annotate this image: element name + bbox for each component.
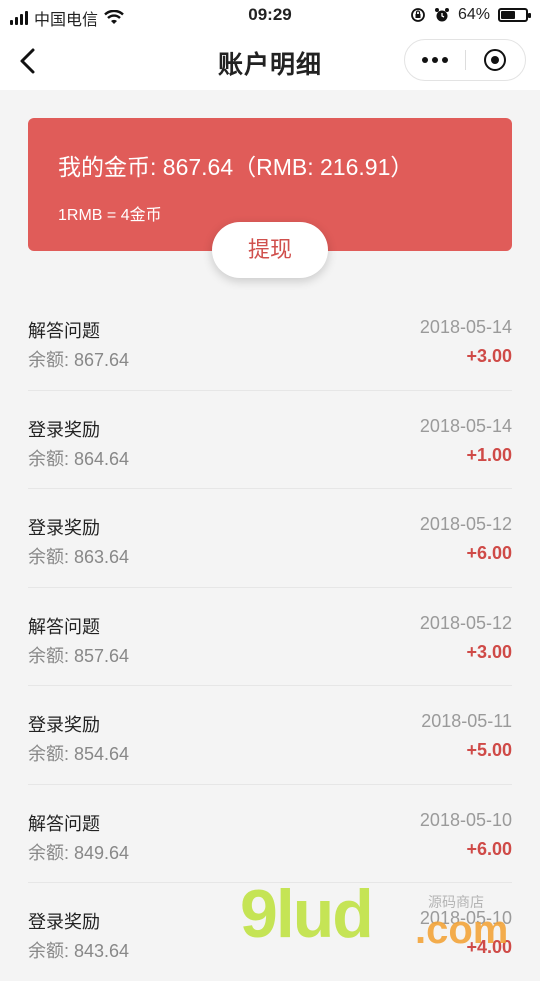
item-balance: 余额: 864.64 (28, 448, 130, 469)
item-amount: +5.00 (466, 740, 512, 760)
mini-program-capsule (404, 39, 526, 81)
exchange-rate: 1RMB = 4金币 (58, 207, 162, 224)
item-date: 2018-05-12 (419, 514, 512, 534)
list-item: 登录奖励 余额: 854.64 2018-05-11 +5.00 (28, 686, 512, 785)
item-balance: 余额: 854.64 (28, 744, 130, 764)
item-amount: +6.00 (466, 543, 512, 563)
more-dots-icon (422, 57, 428, 63)
item-balance: 余额: 843.64 (28, 941, 130, 961)
status-bar: 中国电信 09:29 64% (0, 0, 540, 32)
target-icon (484, 49, 506, 71)
battery-percent: 64% (457, 6, 490, 23)
item-name: 登录奖励 (28, 912, 100, 932)
rotation-lock-icon (411, 8, 425, 22)
item-balance: 余额: 849.64 (28, 842, 130, 863)
item-name: 登录奖励 (28, 419, 100, 440)
item-date: 2018-05-11 (421, 711, 512, 731)
battery-icon (498, 8, 531, 22)
item-name: 解答问题 (28, 813, 100, 834)
alarm-icon (434, 8, 449, 22)
battery-fill (501, 11, 516, 19)
list-item: 解答问题 余额: 849.64 2018-05-10 +6.00 (28, 785, 512, 883)
item-date: 2018-05-10 (419, 908, 512, 928)
item-balance: 余额: 867.64 (28, 350, 130, 370)
list-item: 登录奖励 余额: 864.64 2018-05-14 +1.00 (28, 391, 512, 489)
item-balance: 余额: 863.64 (28, 547, 130, 567)
more-button[interactable] (405, 40, 465, 80)
item-date: 2018-05-12 (419, 612, 512, 633)
item-name: 登录奖励 (28, 715, 100, 735)
list-item: 登录奖励 余额: 843.64 2018-05-10 +4.00 (28, 883, 512, 981)
status-right: 64% (410, 6, 531, 24)
list-item: 解答问题 余额: 857.64 2018-05-12 +3.00 (28, 588, 512, 686)
item-name: 解答问题 (28, 616, 100, 637)
item-name: 解答问题 (28, 321, 100, 341)
coin-balance: 我的金币: 867.64（RMB: 216.91） (58, 154, 414, 180)
nav-bar: 账户明细 (0, 32, 540, 90)
item-date: 2018-05-10 (419, 809, 512, 830)
item-date: 2018-05-14 (419, 415, 512, 436)
transaction-list: 解答问题 余额: 867.64 2018-05-14 +3.00 登录奖励 余额… (0, 292, 540, 981)
close-mini-program-button[interactable] (465, 40, 525, 80)
item-name: 登录奖励 (28, 518, 100, 538)
item-amount: +3.00 (466, 346, 512, 366)
item-amount: +1.00 (466, 444, 512, 465)
withdraw-button[interactable]: 提现 (212, 222, 328, 278)
item-amount: +3.00 (466, 641, 512, 662)
list-item: 登录奖励 余额: 863.64 2018-05-12 +6.00 (28, 489, 512, 588)
item-amount: +6.00 (466, 838, 512, 859)
item-date: 2018-05-14 (419, 317, 512, 337)
item-balance: 余额: 857.64 (28, 645, 130, 666)
item-amount: +4.00 (466, 937, 512, 957)
list-item: 解答问题 余额: 867.64 2018-05-14 +3.00 (28, 292, 512, 391)
